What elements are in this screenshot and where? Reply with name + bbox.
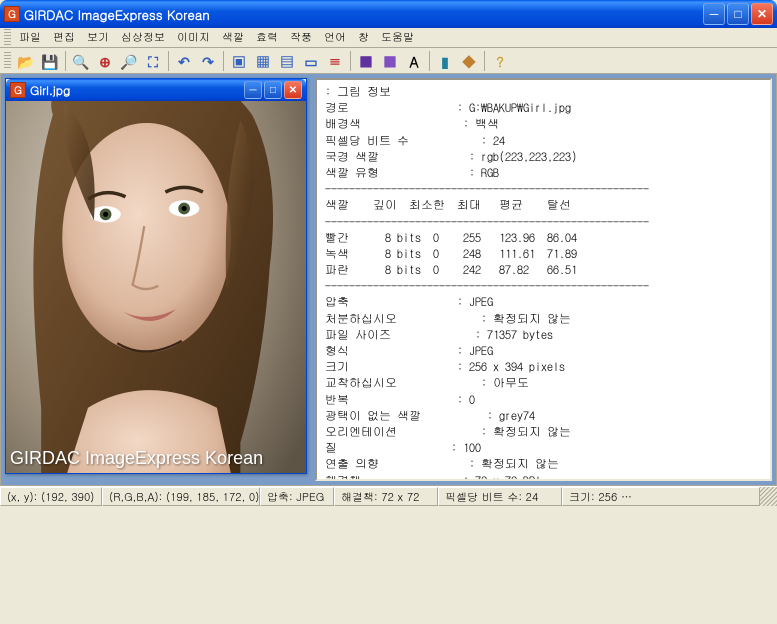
status-resolution: 해결책: 72 x 72 <box>334 487 438 506</box>
undo-icon[interactable]: ↶ <box>173 50 195 72</box>
help-icon[interactable]: ? <box>489 50 511 72</box>
menubar: 파일 편집 보기 심상정보 이미지 색깔 효력 작풍 언어 창 도움말 <box>0 28 777 48</box>
photo <box>6 101 306 473</box>
child-close-button[interactable]: ✕ <box>284 81 302 99</box>
toolbar-separator <box>223 51 224 71</box>
text-icon[interactable]: A <box>403 50 425 72</box>
menu-window[interactable]: 창 <box>352 28 375 47</box>
minimize-button[interactable]: ─ <box>703 3 725 25</box>
app-icon: G <box>4 6 20 22</box>
menubar-handle[interactable] <box>4 29 11 47</box>
fit-icon[interactable]: ⛶ <box>142 50 164 72</box>
toolbar-separator <box>168 51 169 71</box>
menu-file[interactable]: 파일 <box>13 28 47 47</box>
menu-imageinfo[interactable]: 심상정보 <box>115 28 171 47</box>
toolbar: 📂💾🔍⊕🔎⛶↶↷▣▦▤▭≡■■A▮◆? <box>0 48 777 74</box>
zoom-actual-icon[interactable]: ⊕ <box>94 50 116 72</box>
redo-icon[interactable]: ↷ <box>197 50 219 72</box>
menu-color[interactable]: 색깔 <box>216 28 250 47</box>
menu-effects[interactable]: 효력 <box>250 28 284 47</box>
child-icon: G <box>10 82 26 98</box>
book-a-icon[interactable]: ▮ <box>434 50 456 72</box>
menu-edit[interactable]: 편집 <box>47 28 81 47</box>
info-panel[interactable]: : 그림 정보 경로 : G:\BAKUP\Girl.jpg 배경색 : 백색 … <box>315 78 772 481</box>
resize-grip[interactable] <box>760 487 777 506</box>
image-viewport[interactable]: GIRDAC ImageExpress Korean <box>6 101 306 473</box>
child-maximize-button[interactable]: □ <box>264 81 282 99</box>
main-titlebar: G GIRDAC ImageExpress Korean ─ □ ✕ <box>0 0 777 28</box>
statusbar: (x, y): (192, 390) (R,G,B,A): (199, 185,… <box>0 486 777 506</box>
zoom-in-icon[interactable]: 🔍 <box>70 50 92 72</box>
workspace: G Girl.jpg ─ □ ✕ <box>0 74 777 486</box>
status-xy: (x, y): (192, 390) <box>0 487 102 506</box>
child-titlebar[interactable]: G Girl.jpg ─ □ ✕ <box>6 79 306 101</box>
status-bpp: 픽셀당 비트 수: 24 <box>438 487 562 506</box>
dash-icon[interactable]: ▤ <box>276 50 298 72</box>
child-minimize-button[interactable]: ─ <box>244 81 262 99</box>
maximize-button[interactable]: □ <box>727 3 749 25</box>
menu-style[interactable]: 작풍 <box>284 28 318 47</box>
menu-image[interactable]: 이미지 <box>171 28 216 47</box>
menu-view[interactable]: 보기 <box>81 28 115 47</box>
open-icon[interactable]: 📂 <box>15 50 37 72</box>
toolbar-separator <box>484 51 485 71</box>
book-b-icon[interactable]: ◆ <box>458 50 480 72</box>
color-a-icon[interactable]: ■ <box>355 50 377 72</box>
save-icon[interactable]: 💾 <box>39 50 61 72</box>
blocks-icon[interactable]: ▦ <box>252 50 274 72</box>
image-icon[interactable]: ▣ <box>228 50 250 72</box>
status-rgba: (R,G,B,A): (199, 185, 172, 0) <box>102 487 260 506</box>
child-title: Girl.jpg <box>30 82 70 99</box>
toolbar-handle[interactable] <box>4 52 11 70</box>
status-compression: 압축: JPEG <box>260 487 334 506</box>
app-title: GIRDAC ImageExpress Korean <box>24 5 210 24</box>
zoom-out-icon[interactable]: 🔎 <box>118 50 140 72</box>
panel-icon[interactable]: ▭ <box>300 50 322 72</box>
close-button[interactable]: ✕ <box>751 3 773 25</box>
toolbar-separator <box>65 51 66 71</box>
child-window: G Girl.jpg ─ □ ✕ <box>5 78 307 474</box>
status-size: 크기: 256 … <box>562 487 760 506</box>
bars-icon[interactable]: ≡ <box>324 50 346 72</box>
toolbar-separator <box>350 51 351 71</box>
watermark-text: GIRDAC ImageExpress Korean <box>10 448 302 469</box>
menu-language[interactable]: 언어 <box>318 28 352 47</box>
toolbar-separator <box>429 51 430 71</box>
color-b-icon[interactable]: ■ <box>379 50 401 72</box>
menu-help[interactable]: 도움말 <box>375 28 420 47</box>
